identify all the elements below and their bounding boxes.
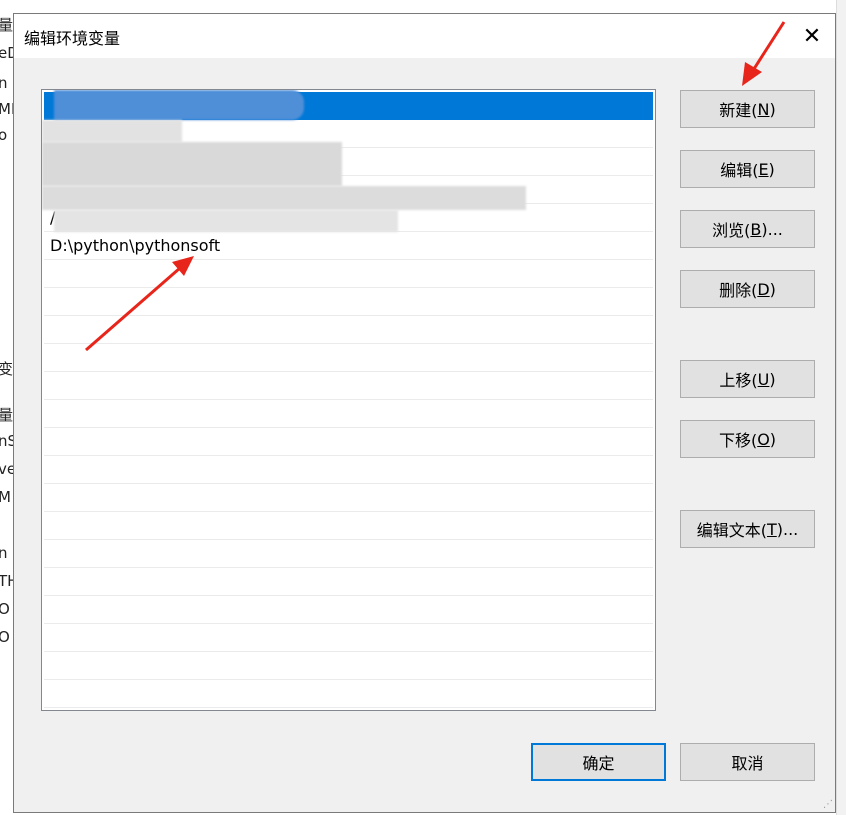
arrow-to-pythonsoft-path-icon xyxy=(85,256,194,352)
annotation-arrows xyxy=(85,21,786,352)
arrow-to-new-button-icon xyxy=(742,21,786,86)
